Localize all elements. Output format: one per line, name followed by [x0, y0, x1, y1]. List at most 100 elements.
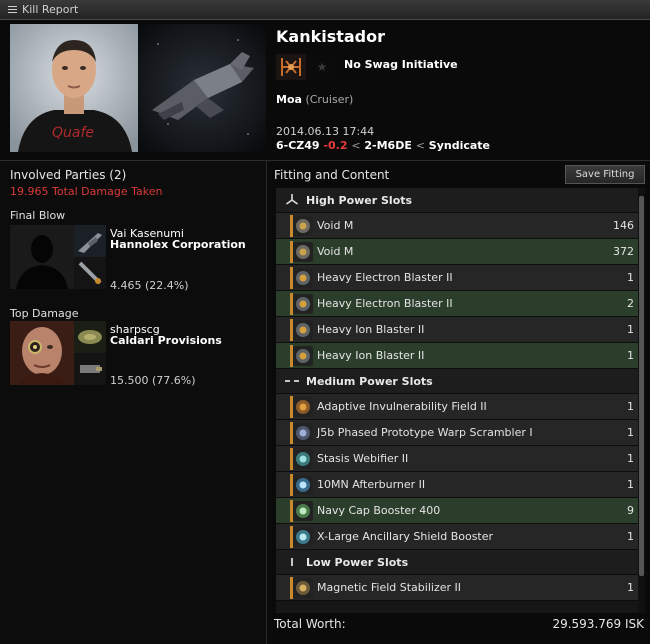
final-blow-corporation[interactable]: Hannolex Corporation: [110, 238, 246, 251]
corporation-name[interactable]: No Swag Initiative: [344, 58, 458, 71]
location-separator: <: [351, 139, 361, 152]
blaster-icon[interactable]: [290, 292, 314, 315]
slot-group-label: Medium Power Slots: [306, 374, 433, 388]
kill-datetime: 2014.06.13 17:44: [276, 125, 375, 138]
webifier-icon[interactable]: [290, 447, 314, 470]
damage-mod-icon[interactable]: [290, 576, 314, 599]
fitting-item-row[interactable]: Heavy Electron Blaster II 1: [276, 265, 638, 291]
fitting-scrollbar-thumb[interactable]: [639, 196, 644, 576]
alliance-logo[interactable]: ★: [308, 54, 336, 80]
fitting-item-quantity: 372: [613, 245, 634, 258]
warp-scrambler-icon[interactable]: [290, 421, 314, 444]
fitting-item-name: J5b Phased Prototype Warp Scrambler I: [317, 426, 533, 439]
top-damage-portrait[interactable]: [10, 321, 74, 385]
victim-ship-image[interactable]: [138, 24, 266, 152]
corporation-logo[interactable]: [276, 54, 306, 80]
victim-name[interactable]: Kankistador: [276, 27, 385, 46]
slot-group-label: Low Power Slots: [306, 555, 409, 569]
mid-slot-icon: [282, 378, 302, 384]
victim-portrait[interactable]: Quafe: [10, 24, 138, 152]
location-line: 6-CZ49 -0.2 < 2-M6DE < Syndicate: [276, 139, 490, 152]
fitting-item-row[interactable]: J5b Phased Prototype Warp Scrambler I 1: [276, 420, 638, 446]
fitting-item-quantity: 146: [613, 219, 634, 232]
location-separator: <: [415, 139, 425, 152]
ship-line: Moa (Cruiser): [276, 93, 353, 106]
total-damage-taken: 19.965 Total Damage Taken: [10, 185, 163, 198]
fitting-item-name: Adaptive Invulnerability Field II: [317, 400, 487, 413]
security-status: -0.2: [323, 139, 348, 152]
fitting-item-name: Heavy Electron Blaster II: [317, 297, 453, 310]
final-blow-weapon-icon[interactable]: [74, 257, 106, 289]
fitting-item-row[interactable]: 10MN Afterburner II 1: [276, 472, 638, 498]
fitting-item-row[interactable]: Void M 372: [276, 239, 638, 265]
svg-text:★: ★: [317, 60, 328, 74]
fitting-item-row[interactable]: Navy Cap Booster 400 9: [276, 498, 638, 524]
total-worth-label: Total Worth:: [274, 617, 346, 631]
ammo-icon[interactable]: [290, 214, 314, 237]
fitting-item-name: Navy Cap Booster 400: [317, 504, 441, 517]
save-fitting-button[interactable]: Save Fitting: [565, 165, 645, 184]
blaster-icon[interactable]: [290, 318, 314, 341]
fitting-item-row[interactable]: Heavy Electron Blaster II 2: [276, 291, 638, 317]
fitting-item-name: Heavy Ion Blaster II: [317, 323, 425, 336]
fitting-title: Fitting and Content: [274, 168, 390, 182]
constellation-name[interactable]: 2-M6DE: [364, 139, 411, 152]
region-name[interactable]: Syndicate: [429, 139, 490, 152]
fitting-item-quantity: 9: [627, 504, 634, 517]
fitting-item-name: 10MN Afterburner II: [317, 478, 426, 491]
fitting-item-row[interactable]: Adaptive Invulnerability Field II 1: [276, 394, 638, 420]
fitting-item-row[interactable]: Magnetic Field Stabilizer II 1: [276, 575, 638, 601]
fitting-item-quantity: 1: [627, 581, 634, 594]
final-blow-label: Final Blow: [10, 209, 66, 222]
fitting-item-quantity: 1: [627, 349, 634, 362]
ship-name[interactable]: Moa: [276, 93, 302, 106]
fitting-item-row[interactable]: Heavy Ion Blaster II 1: [276, 343, 638, 369]
fitting-item-row[interactable]: X-Large Ancillary Shield Booster 1: [276, 524, 638, 550]
fitting-item-name: Heavy Ion Blaster II: [317, 349, 425, 362]
total-worth-value: 29.593.769 ISK: [552, 617, 644, 631]
final-blow-portrait[interactable]: [10, 225, 74, 289]
ammo-icon[interactable]: [290, 240, 314, 263]
system-name[interactable]: 6-CZ49: [276, 139, 320, 152]
top-damage-weapon-icon[interactable]: [74, 353, 106, 385]
blaster-icon[interactable]: [290, 266, 314, 289]
fitting-item-quantity: 1: [627, 530, 634, 543]
fitting-item-row[interactable]: Stasis Webifier II 1: [276, 446, 638, 472]
ship-class: (Cruiser): [305, 93, 354, 106]
final-blow-ship-icon[interactable]: [74, 225, 106, 257]
high-slot-icon: [282, 193, 302, 207]
fitting-item-quantity: 1: [627, 452, 634, 465]
slot-group-header[interactable]: Medium Power Slots: [276, 369, 638, 394]
window-title: Kill Report: [22, 3, 79, 16]
slot-group-header[interactable]: High Power Slots: [276, 188, 638, 213]
fitting-item-quantity: 1: [627, 426, 634, 439]
fitting-item-quantity: 1: [627, 271, 634, 284]
window-titlebar[interactable]: Kill Report: [0, 0, 650, 20]
shield-hardener-icon[interactable]: [290, 395, 314, 418]
blaster-icon[interactable]: [290, 344, 314, 367]
fitting-item-name: Heavy Electron Blaster II: [317, 271, 453, 284]
fitting-item-quantity: 1: [627, 478, 634, 491]
fitting-item-name: Magnetic Field Stabilizer II: [317, 581, 461, 594]
fitting-item-row[interactable]: Void M 146: [276, 213, 638, 239]
involved-parties-title: Involved Parties (2): [10, 168, 127, 182]
slot-group-label: High Power Slots: [306, 193, 413, 207]
fitting-item-name: Stasis Webifier II: [317, 452, 409, 465]
fitting-item-quantity: 1: [627, 323, 634, 336]
slot-group-header[interactable]: Low Power Slots: [276, 550, 638, 575]
top-damage-damage: 15.500 (77.6%): [110, 374, 196, 387]
top-damage-corporation[interactable]: Caldari Provisions: [110, 334, 222, 347]
svg-text:Quafe: Quafe: [52, 125, 94, 141]
fitting-item-name: Void M: [317, 219, 354, 232]
afterburner-icon[interactable]: [290, 473, 314, 496]
fitting-item-name: X-Large Ancillary Shield Booster: [317, 530, 494, 543]
fitting-item-row[interactable]: Heavy Ion Blaster II 1: [276, 317, 638, 343]
top-damage-label: Top Damage: [10, 307, 79, 320]
cap-booster-icon[interactable]: [290, 499, 314, 522]
menu-icon[interactable]: [8, 5, 17, 14]
final-blow-damage: 4.465 (22.4%): [110, 279, 189, 292]
shield-booster-icon[interactable]: [290, 525, 314, 548]
fitting-item-quantity: 1: [627, 400, 634, 413]
fitting-list[interactable]: High Power Slots Void M 146 Void M 372 Heavy …: [276, 188, 638, 613]
top-damage-ship-icon[interactable]: [74, 321, 106, 353]
